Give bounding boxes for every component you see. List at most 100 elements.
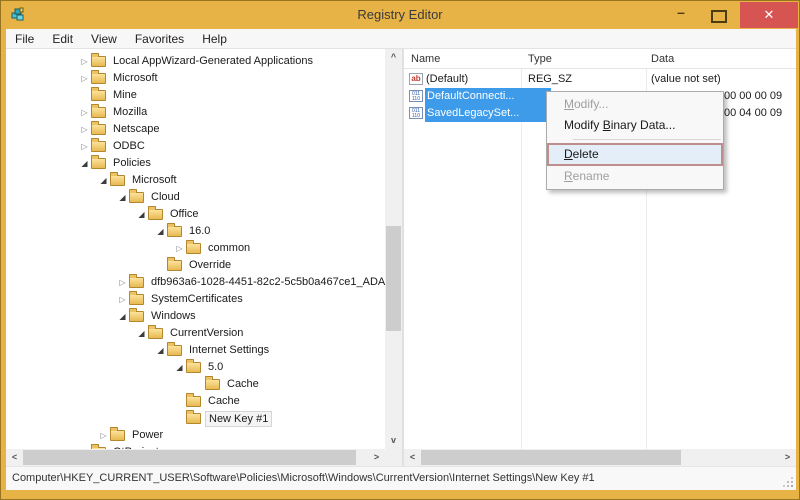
menu-help[interactable]: Help <box>193 29 236 49</box>
expanded-expander-icon[interactable]: ◢ <box>135 206 148 223</box>
collapsed-expander-icon[interactable]: ▷ <box>173 240 186 257</box>
collapsed-expander-icon[interactable]: ▷ <box>97 427 110 444</box>
folder-icon <box>110 172 125 186</box>
value-row[interactable]: ab (Default) REG_SZ (value not set) <box>404 71 796 88</box>
tree-item[interactable]: ◢ 5.0 <box>6 359 385 376</box>
title-bar[interactable]: Registry Editor – ✕ <box>1 1 799 29</box>
folder-icon <box>186 240 201 254</box>
binary-value-icon: 011 110 <box>409 90 423 102</box>
tree-item[interactable]: ▷ Power <box>6 427 385 444</box>
collapsed-expander-icon[interactable]: ▷ <box>78 70 91 87</box>
folder-icon <box>148 325 163 339</box>
scroll-right-icon[interactable]: > <box>368 449 385 466</box>
folder-icon <box>129 291 144 305</box>
collapsed-expander-icon[interactable]: ▷ <box>78 121 91 138</box>
folder-icon <box>91 138 106 152</box>
folder-icon <box>91 155 106 169</box>
expanded-expander-icon[interactable]: ◢ <box>135 325 148 342</box>
tree-item-selected[interactable]: New Key #1 <box>6 410 385 427</box>
folder-icon <box>91 104 106 118</box>
folder-icon <box>186 393 201 407</box>
folder-icon <box>148 206 163 220</box>
collapsed-expander-icon[interactable]: ▷ <box>78 53 91 70</box>
collapsed-expander-icon[interactable]: ▷ <box>116 291 129 308</box>
tree-item[interactable]: ▷ dfb963a6-1028-4451-82c2-5c5b0a467ce1_AD… <box>6 274 385 291</box>
menu-file[interactable]: File <box>6 29 43 49</box>
menu-separator <box>573 139 721 140</box>
menu-favorites[interactable]: Favorites <box>126 29 193 49</box>
scrollbar-thumb[interactable] <box>23 450 356 465</box>
folder-icon <box>167 257 182 271</box>
resize-grip-icon[interactable] <box>783 477 795 489</box>
tree-item[interactable]: ▷ Mozilla <box>6 104 385 121</box>
menu-edit[interactable]: Edit <box>43 29 82 49</box>
scrollbar-corner <box>385 449 402 466</box>
tree-item[interactable]: ▷ Microsoft <box>6 70 385 87</box>
tree-pane: ▷ Local AppWizard-Generated Applications … <box>6 49 402 466</box>
column-header-type[interactable]: Type <box>528 49 552 69</box>
tree-item[interactable]: Override <box>6 257 385 274</box>
tree-item[interactable]: ◢ Microsoft <box>6 172 385 189</box>
string-value-icon: ab <box>409 73 423 85</box>
column-header-name[interactable]: Name <box>411 49 440 69</box>
scroll-down-icon[interactable]: v <box>385 432 402 449</box>
tree-item[interactable]: ▷ Local AppWizard-Generated Applications <box>6 53 385 70</box>
menu-item-modify-binary-data[interactable]: Modify Binary Data... <box>547 115 723 136</box>
scrollbar-thumb[interactable] <box>386 226 401 331</box>
tree-item[interactable]: ◢ CurrentVersion <box>6 325 385 342</box>
tree-item[interactable]: Cache <box>6 376 385 393</box>
tree-horizontal-scrollbar[interactable]: < > <box>6 449 385 466</box>
tree-item[interactable]: ▷ ODBC <box>6 138 385 155</box>
selected-key-path: Computer\HKEY_CURRENT_USER\Software\Poli… <box>12 472 595 484</box>
expanded-expander-icon[interactable]: ◢ <box>173 359 186 376</box>
tree-item[interactable]: Cache <box>6 393 385 410</box>
folder-icon <box>205 376 220 390</box>
tree-item[interactable]: ▷ Netscape <box>6 121 385 138</box>
tree-item[interactable]: ◢ Internet Settings <box>6 342 385 359</box>
menu-item-delete[interactable]: Delete <box>547 143 723 166</box>
tree-vertical-scrollbar[interactable]: ^ v <box>385 49 402 449</box>
list-header: Name Type Data <box>404 49 796 69</box>
menu-bar: File Edit View Favorites Help <box>6 29 796 49</box>
menu-item-modify: Modify... <box>564 97 609 111</box>
menu-view[interactable]: View <box>82 29 126 49</box>
scrollbar-thumb[interactable] <box>421 450 681 465</box>
expanded-expander-icon[interactable]: ◢ <box>78 155 91 172</box>
folder-icon <box>91 70 106 84</box>
registry-tree: ▷ Local AppWizard-Generated Applications … <box>6 49 385 449</box>
folder-icon <box>91 87 106 101</box>
scroll-left-icon[interactable]: < <box>404 449 421 466</box>
binary-value-icon: 011 110 <box>409 107 423 119</box>
expanded-expander-icon[interactable]: ◢ <box>97 172 110 189</box>
tree-item[interactable]: ◢ Windows <box>6 308 385 325</box>
scroll-right-icon[interactable]: > <box>779 449 796 466</box>
column-header-data[interactable]: Data <box>651 49 674 69</box>
menu-item-rename: Rename <box>564 169 610 183</box>
tree-item[interactable]: ◢ Policies <box>6 155 385 172</box>
folder-icon <box>91 121 106 135</box>
values-horizontal-scrollbar[interactable]: < > <box>404 449 796 466</box>
close-button[interactable]: ✕ <box>740 2 798 28</box>
minimize-button[interactable]: – <box>671 1 691 29</box>
scroll-left-icon[interactable]: < <box>6 449 23 466</box>
tree-item[interactable]: ◢ Cloud <box>6 189 385 206</box>
folder-icon <box>129 189 144 203</box>
collapsed-expander-icon[interactable]: ▷ <box>78 104 91 121</box>
folder-icon <box>110 427 125 441</box>
collapsed-expander-icon[interactable]: ▷ <box>116 274 129 291</box>
scroll-up-icon[interactable]: ^ <box>385 49 402 66</box>
expanded-expander-icon[interactable]: ◢ <box>154 342 167 359</box>
tree-item[interactable]: ◢ 16.0 <box>6 223 385 240</box>
tree-item[interactable]: ▷ common <box>6 240 385 257</box>
folder-icon <box>186 410 201 424</box>
expanded-expander-icon[interactable]: ◢ <box>154 223 167 240</box>
maximize-button[interactable] <box>711 10 727 23</box>
tree-item[interactable]: ◢ Office <box>6 206 385 223</box>
tree-item[interactable]: Mine <box>6 87 385 104</box>
expanded-expander-icon[interactable]: ◢ <box>116 308 129 325</box>
expanded-expander-icon[interactable]: ◢ <box>116 189 129 206</box>
folder-icon <box>167 223 182 237</box>
collapsed-expander-icon[interactable]: ▷ <box>78 138 91 155</box>
tree-item[interactable]: ▷ SystemCertificates <box>6 291 385 308</box>
status-bar: Computer\HKEY_CURRENT_USER\Software\Poli… <box>6 466 796 490</box>
